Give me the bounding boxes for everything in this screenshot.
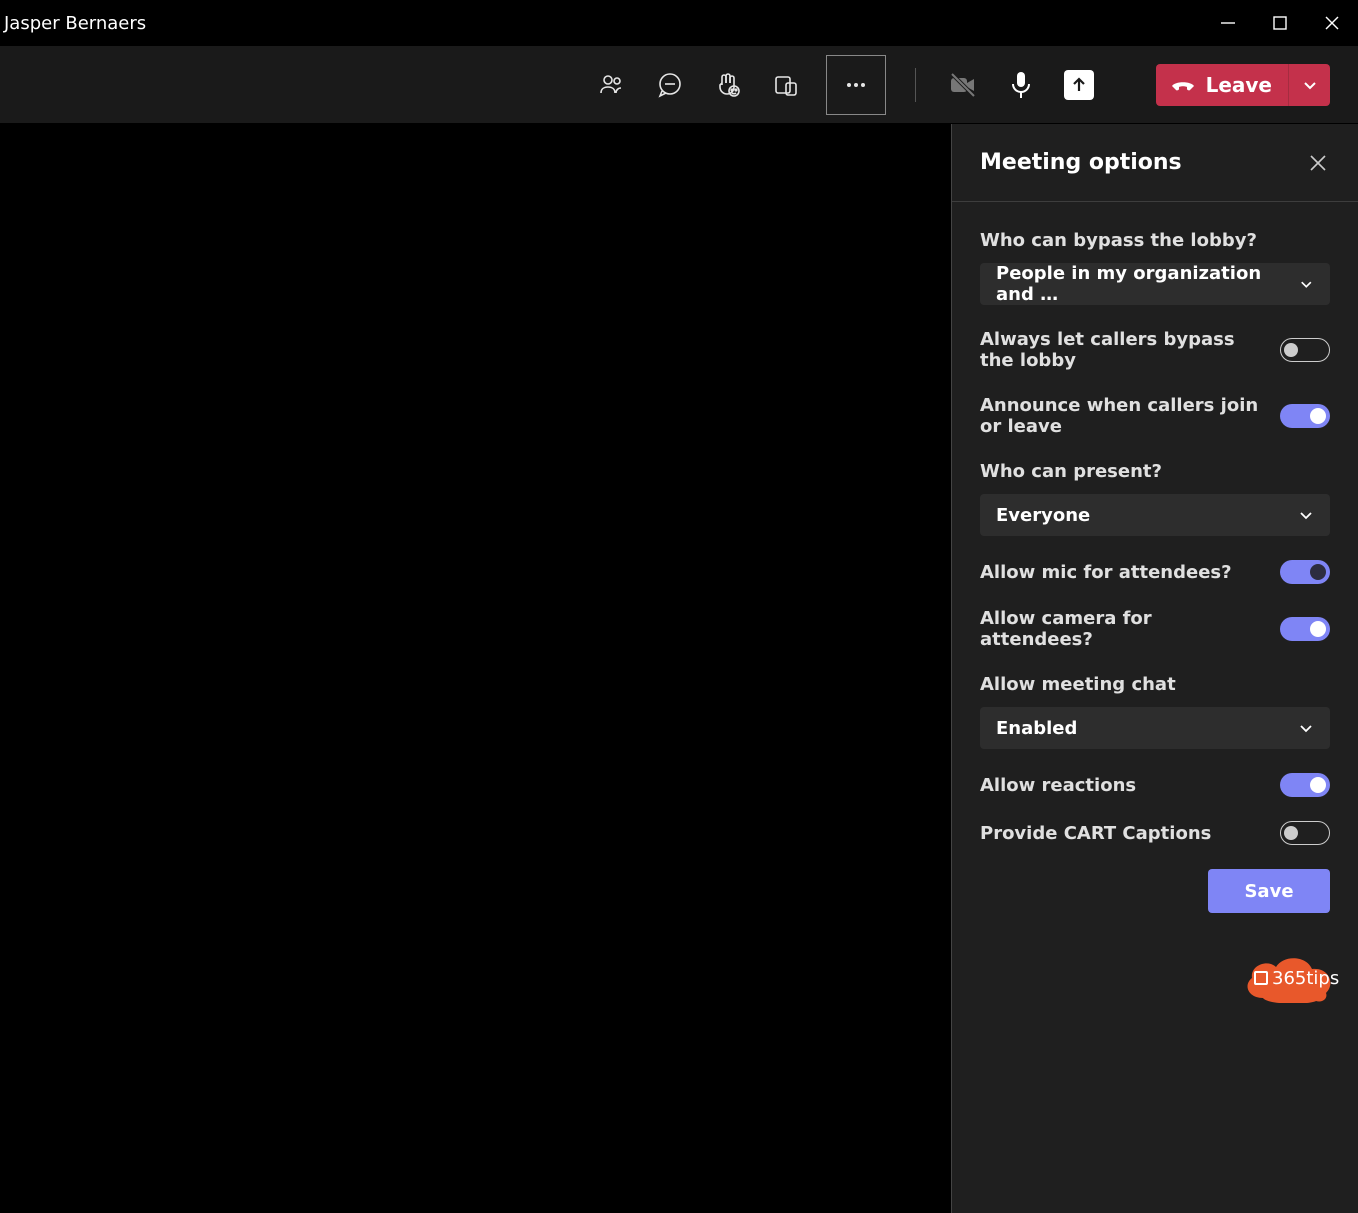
window-minimize-button[interactable] [1202, 0, 1254, 46]
row-cart: Provide CART Captions [980, 821, 1330, 845]
field-label: Who can present? [980, 461, 1330, 482]
toggle-reactions[interactable] [1280, 773, 1330, 797]
save-label: Save [1244, 881, 1293, 902]
minimize-icon [1220, 15, 1236, 31]
maximize-icon [1273, 16, 1287, 30]
rooms-button[interactable] [771, 70, 801, 100]
chevron-down-icon [1298, 720, 1314, 736]
chevron-down-icon [1298, 507, 1314, 523]
raise-hand-icon [714, 71, 742, 99]
field-bypass-lobby: Who can bypass the lobby? People in my o… [980, 230, 1330, 305]
toggle-callers-bypass[interactable] [1280, 338, 1330, 362]
select-value: Everyone [996, 505, 1090, 526]
field-label: Who can bypass the lobby? [980, 230, 1330, 251]
row-reactions: Allow reactions [980, 773, 1330, 797]
watermark-badge: 365tips [1238, 953, 1338, 1003]
field-label: Allow camera for attendees? [980, 608, 1264, 650]
toolbar-group: Leave [597, 55, 1330, 115]
field-meeting-chat: Allow meeting chat Enabled [980, 674, 1330, 749]
field-label: Allow reactions [980, 775, 1264, 796]
leave-button[interactable]: Leave [1156, 64, 1288, 106]
titlebar-user-name: Jasper Bernaers [0, 13, 146, 34]
window-titlebar: Jasper Bernaers [0, 0, 1358, 46]
hangup-icon [1170, 76, 1196, 94]
participants-button[interactable] [597, 70, 627, 100]
chat-icon [656, 71, 684, 99]
select-value: Enabled [996, 718, 1077, 739]
row-callers-bypass: Always let callers bypass the lobby [980, 329, 1330, 371]
ellipsis-icon [843, 72, 869, 98]
meeting-options-panel: Meeting options Who can bypass the lobby… [952, 124, 1358, 1213]
chat-button[interactable] [655, 70, 685, 100]
call-toolbar: Leave [0, 46, 1358, 124]
field-present: Who can present? Everyone [980, 461, 1330, 536]
row-allow-camera: Allow camera for attendees? [980, 608, 1330, 650]
chevron-down-icon [1302, 77, 1318, 93]
more-actions-button[interactable] [826, 55, 886, 115]
panel-body: Who can bypass the lobby? People in my o… [952, 202, 1358, 913]
toolbar-separator [915, 68, 916, 102]
field-label: Announce when callers join or leave [980, 395, 1264, 437]
share-up-icon [1070, 76, 1088, 94]
select-bypass-lobby[interactable]: People in my organization and … [980, 263, 1330, 305]
reactions-button[interactable] [713, 70, 743, 100]
save-row: Save [980, 869, 1330, 913]
microphone-icon [1008, 70, 1034, 100]
field-label: Provide CART Captions [980, 823, 1264, 844]
camera-off-icon [948, 70, 978, 100]
panel-header: Meeting options [952, 124, 1358, 202]
panel-title: Meeting options [980, 150, 1182, 175]
leave-button-group: Leave [1156, 64, 1330, 106]
field-label: Always let callers bypass the lobby [980, 329, 1264, 371]
office-logo-icon [1254, 971, 1268, 985]
toggle-announce[interactable] [1280, 404, 1330, 428]
close-icon [1324, 15, 1340, 31]
camera-toggle-button[interactable] [948, 70, 978, 100]
select-value: People in my organization and … [996, 263, 1299, 305]
toggle-allow-camera[interactable] [1280, 617, 1330, 641]
select-present[interactable]: Everyone [980, 494, 1330, 536]
chevron-down-icon [1299, 276, 1314, 292]
close-icon [1309, 154, 1327, 172]
window-close-button[interactable] [1306, 0, 1358, 46]
field-label: Allow mic for attendees? [980, 562, 1264, 583]
toggle-allow-mic[interactable] [1280, 560, 1330, 584]
share-screen-button[interactable] [1064, 70, 1094, 100]
field-label: Allow meeting chat [980, 674, 1330, 695]
video-stage [0, 124, 952, 1213]
main-area: Meeting options Who can bypass the lobby… [0, 124, 1358, 1213]
row-allow-mic: Allow mic for attendees? [980, 560, 1330, 584]
leave-label: Leave [1206, 73, 1272, 97]
rooms-icon [773, 72, 799, 98]
watermark-text: 365tips [1238, 968, 1339, 989]
toggle-cart[interactable] [1280, 821, 1330, 845]
select-meeting-chat[interactable]: Enabled [980, 707, 1330, 749]
window-controls [1202, 0, 1358, 46]
leave-options-button[interactable] [1288, 64, 1330, 106]
people-icon [598, 71, 626, 99]
mic-toggle-button[interactable] [1006, 70, 1036, 100]
panel-close-button[interactable] [1306, 151, 1330, 175]
save-button[interactable]: Save [1208, 869, 1330, 913]
row-announce: Announce when callers join or leave [980, 395, 1330, 437]
window-maximize-button[interactable] [1254, 0, 1306, 46]
